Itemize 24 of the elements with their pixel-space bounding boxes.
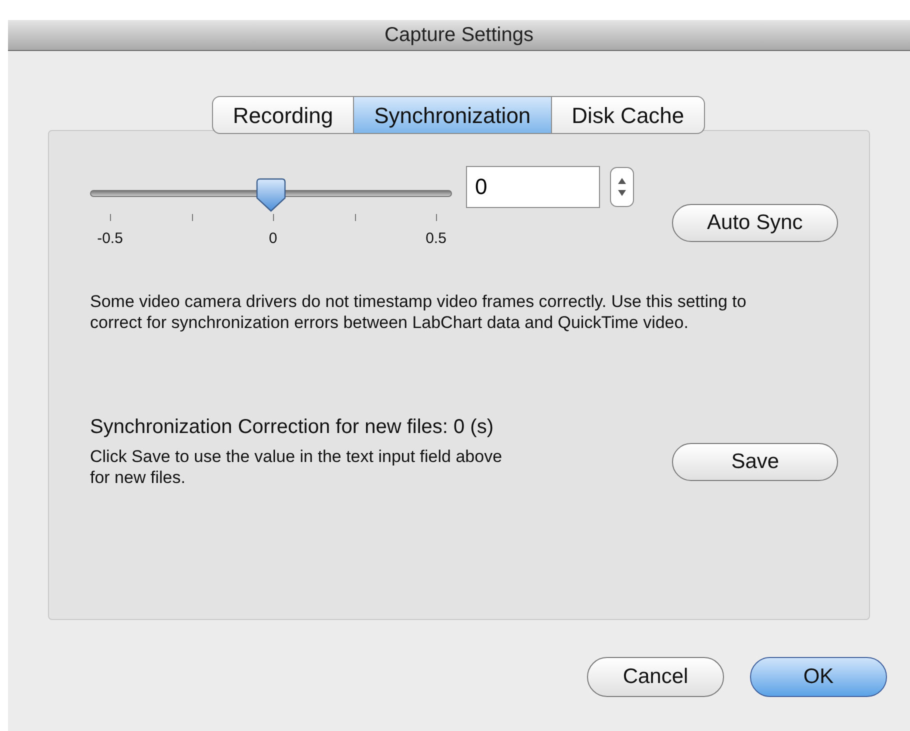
- correction-heading: Synchronization Correction for new files: 0 (s): [90, 415, 494, 440]
- slider[interactable]: [90, 178, 452, 212]
- slider-thumb[interactable]: [256, 178, 286, 212]
- down-arrow-icon[interactable]: [618, 190, 626, 196]
- tick-mark: [110, 214, 111, 221]
- stepper-control[interactable]: [610, 167, 634, 207]
- description-text: Some video camera drivers do not timestamp video frames correctly. Use this setting to correct for synchronization errors between LabChart data and QuickTime video.: [90, 291, 748, 333]
- tick-label: 0: [268, 229, 278, 249]
- window-title: Capture Settings: [384, 23, 534, 48]
- tick-label: 0.5: [426, 229, 446, 249]
- tick-mark: [354, 214, 356, 221]
- save-hint-text: Click Save to use the value in the text input field above for new files.: [90, 446, 504, 488]
- save-button[interactable]: Save: [672, 443, 838, 481]
- cancel-button[interactable]: Cancel: [587, 657, 724, 697]
- up-arrow-icon[interactable]: [618, 178, 626, 184]
- tick-label: -0.5: [97, 229, 123, 249]
- auto-sync-button[interactable]: Auto Sync: [672, 204, 838, 242]
- ok-button[interactable]: OK: [750, 657, 887, 697]
- tab[interactable]: Recording: [212, 96, 354, 134]
- tab[interactable]: Synchronization: [353, 96, 552, 134]
- tick-mark: [436, 214, 437, 221]
- tick-mark: [273, 214, 274, 221]
- tab[interactable]: Disk Cache: [550, 96, 706, 134]
- value-field[interactable]: 0: [466, 166, 600, 208]
